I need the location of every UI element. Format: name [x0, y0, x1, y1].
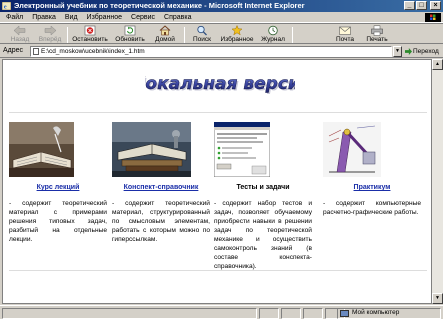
scroll-up-button[interactable]: ▲: [432, 59, 443, 70]
address-value: E:\cd_moskow\ucebnik\index_1.htm: [41, 48, 145, 55]
toolbar: Назад Вперёд Остановить Обновить Домой П…: [0, 23, 443, 44]
title-bar: e Электронный учебник по теоретической м…: [0, 0, 443, 12]
svg-text:e: e: [4, 4, 7, 10]
back-button[interactable]: Назад: [6, 25, 34, 44]
maximize-button[interactable]: □: [416, 1, 427, 10]
history-icon: [268, 25, 278, 36]
home-button[interactable]: Домой: [150, 25, 180, 44]
printer-icon: [371, 25, 383, 36]
menu-view[interactable]: Вид: [65, 14, 78, 21]
address-input[interactable]: E:\cd_moskow\ucebnik\index_1.htm: [30, 46, 392, 57]
toolbar-separator: [292, 27, 293, 43]
history-button[interactable]: Журнал: [258, 25, 288, 44]
column-tests: Тесты и задачи - содержит набор тестов и…: [213, 121, 312, 271]
refresh-icon: [124, 25, 136, 36]
practicum-link[interactable]: Практикум: [323, 184, 421, 194]
print-button[interactable]: Печать: [362, 25, 392, 44]
status-bar: Мой компьютер: [0, 305, 443, 319]
reference-description: - содержит теоретический материал, струк…: [112, 200, 210, 243]
reference-link[interactable]: Конспект-справочник: [112, 184, 210, 194]
lectures-link[interactable]: Курс лекций: [9, 184, 107, 194]
menu-help[interactable]: Справка: [164, 14, 191, 21]
scroll-down-button[interactable]: ▼: [432, 293, 443, 304]
favorites-button[interactable]: Избранное: [218, 25, 256, 44]
tests-heading: Тесты и задачи: [236, 184, 290, 191]
stop-icon: [84, 25, 96, 36]
page-icon: [33, 48, 39, 55]
menu-edit[interactable]: Правка: [32, 14, 56, 21]
menu-favorites[interactable]: Избранное: [87, 14, 122, 21]
minimize-button[interactable]: _: [404, 1, 415, 10]
favorites-star-icon: [231, 25, 243, 36]
menu-bar: Файл Правка Вид Избранное Сервис Справка: [0, 12, 443, 23]
stop-button[interactable]: Остановить: [70, 25, 110, 44]
home-icon: [159, 25, 171, 36]
refresh-button[interactable]: Обновить: [111, 25, 149, 44]
forward-button[interactable]: Вперёд: [36, 25, 64, 44]
back-arrow-icon: [13, 25, 26, 36]
status-zone-text: Мой компьютер: [352, 309, 400, 316]
local-version-logo: Локальная версия Локальная версия: [145, 74, 295, 96]
column-reference: Конспект-справочник - содержит теоретиче…: [112, 122, 210, 244]
practicum-description: - содержит компьютерные расчетно-графиче…: [323, 200, 421, 216]
status-message-panel: [2, 308, 257, 319]
close-button[interactable]: ×: [430, 1, 441, 10]
forward-arrow-icon: [44, 25, 57, 36]
mail-icon: [339, 26, 351, 35]
menu-tools[interactable]: Сервис: [131, 14, 155, 21]
status-panel: [259, 308, 279, 319]
mail-button[interactable]: Почта: [330, 25, 360, 44]
tests-screenshot-image[interactable]: [213, 121, 271, 178]
vertical-scrollbar[interactable]: ▲ ▼: [432, 59, 443, 304]
toolbar-separator: [184, 27, 185, 43]
tests-description: - содержит набор тестов и задач, позволя…: [214, 200, 312, 270]
lectures-book-image[interactable]: [9, 122, 74, 177]
address-dropdown-button[interactable]: ▼: [393, 46, 402, 57]
column-lectures: Курс лекций - содержит теоретический мат…: [9, 122, 107, 244]
toolbar-separator: [67, 27, 68, 43]
go-button[interactable]: Переход: [404, 46, 439, 57]
bottom-divider: [9, 270, 427, 271]
search-button[interactable]: Поиск: [188, 25, 216, 44]
top-divider: [9, 112, 427, 113]
address-label: Адрес: [3, 47, 24, 54]
status-panel: [303, 308, 323, 319]
menu-file[interactable]: Файл: [6, 14, 23, 21]
page-content: Локальная версия Локальная версия Курс л…: [2, 59, 432, 304]
window-title: Электронный учебник по теоретической мех…: [14, 1, 305, 10]
search-icon: [197, 25, 207, 36]
windows-logo-icon: [425, 13, 441, 22]
lectures-description: - содержит теоретический материал с прим…: [9, 200, 107, 243]
status-panel: [281, 308, 301, 319]
reference-books-image[interactable]: [112, 122, 191, 177]
my-computer-icon: [340, 310, 349, 317]
ie-icon: e: [2, 2, 11, 10]
go-arrow-icon: [405, 48, 412, 55]
practicum-mechanism-image[interactable]: [323, 122, 381, 177]
logo-text: Локальная версия: [145, 74, 295, 94]
address-bar: Адрес E:\cd_moskow\ucebnik\index_1.htm ▼…: [0, 44, 443, 58]
column-practicum: Практикум - содержит компьютерные расчет…: [323, 122, 421, 217]
